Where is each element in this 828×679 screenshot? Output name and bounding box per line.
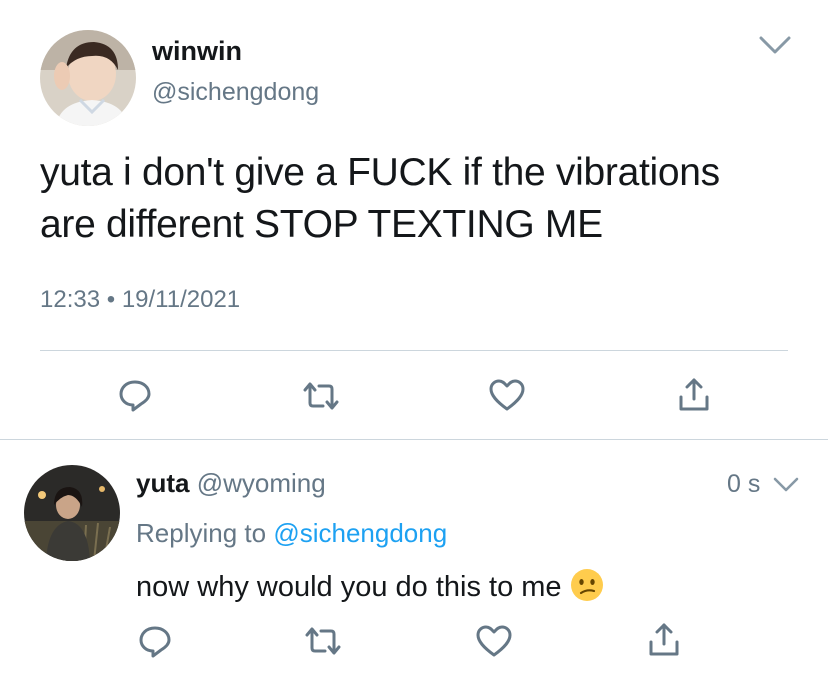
reply-text-body: now why would you do this to me [136, 571, 562, 603]
reply-display-name[interactable]: yuta [136, 468, 189, 498]
main-share-icon[interactable] [677, 377, 711, 413]
main-like-icon[interactable] [488, 378, 526, 412]
main-timestamp: 12:33 • 19/11/2021 [40, 286, 240, 314]
replying-to: Replying to @sichengdong [136, 518, 447, 549]
reply-share-icon[interactable] [647, 622, 681, 658]
reply-like-icon[interactable] [475, 624, 513, 658]
reply-text: now why would you do this to me [136, 568, 604, 610]
reply-header: yuta @wyoming [136, 468, 326, 499]
main-tweet-text-line1: yuta i don't give a FUCK if the vibratio… [40, 151, 720, 194]
timestamp-separator: • [106, 286, 116, 313]
reply-retweet-icon[interactable] [303, 624, 343, 658]
reply-age: 0 s [727, 470, 761, 498]
reply-chevron-down-icon[interactable] [772, 476, 800, 494]
main-handle[interactable]: @sichengdong [152, 78, 319, 107]
main-date: 19/11/2021 [121, 286, 241, 313]
replying-to-handle[interactable]: @sichengdong [273, 518, 447, 548]
reply-handle[interactable]: @wyoming [197, 468, 326, 498]
main-avatar[interactable] [40, 30, 136, 126]
main-retweet-icon[interactable] [301, 379, 341, 413]
replying-to-label: Replying to [136, 518, 267, 548]
main-chevron-down-icon[interactable] [758, 34, 792, 56]
main-tweet-text-line2: are different STOP TEXTING ME [40, 203, 603, 246]
main-display-name[interactable]: winwin [152, 36, 242, 67]
main-reply-icon[interactable] [117, 377, 153, 413]
tweet-separator [0, 439, 828, 440]
confused-face-icon [570, 568, 604, 610]
main-time: 12:33 [40, 286, 101, 313]
main-divider [40, 350, 788, 351]
main-tweet-text: yuta i don't give a FUCK if the vibratio… [40, 147, 720, 251]
reply-avatar[interactable] [24, 465, 120, 561]
reply-reply-icon[interactable] [137, 623, 173, 659]
